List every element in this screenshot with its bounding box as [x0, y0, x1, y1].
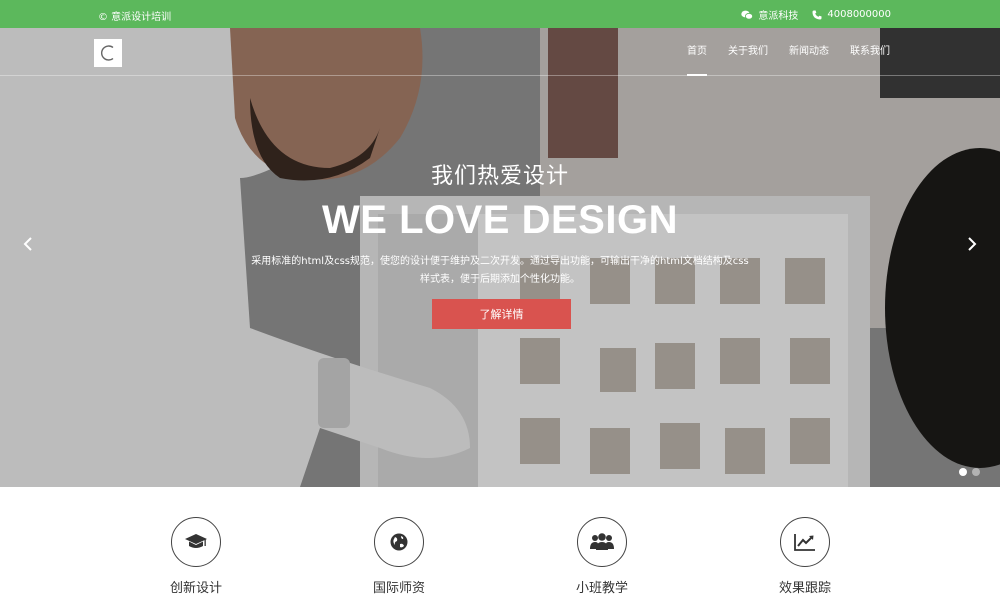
- feature-label: 创新设计: [169, 581, 222, 596]
- feature-icon-circle: [780, 517, 830, 567]
- hero-description: 采用标准的html及css规范，使您的设计便于维护及二次开发。通过导出功能，可输…: [251, 256, 749, 285]
- nav-item-news[interactable]: 新闻动态: [789, 28, 829, 76]
- slider-dot-1[interactable]: [959, 468, 967, 476]
- feature-label: 小班教学: [575, 581, 628, 596]
- feature-international-teachers[interactable]: 国际师资: [339, 517, 459, 596]
- slider-dot-2[interactable]: [972, 468, 980, 476]
- features-section: 创新设计 国际师资 小班教学 效果跟踪: [0, 487, 1000, 612]
- copyright-text: © 意派设计培训: [98, 12, 172, 23]
- slider-next-button[interactable]: [962, 232, 982, 256]
- nav-item-about[interactable]: 关于我们: [728, 28, 768, 76]
- wechat-contact[interactable]: 意派科技: [741, 7, 798, 22]
- hero-title: WE LOVE DESIGN: [322, 198, 678, 242]
- slider-dots: [954, 468, 980, 476]
- graduation-cap-icon: [185, 534, 207, 548]
- top-bar: © 意派设计培训 意派科技 4008000000: [0, 0, 1000, 28]
- globe-icon: [390, 533, 408, 551]
- slider-prev-button[interactable]: [18, 232, 38, 256]
- site-logo[interactable]: [94, 39, 122, 67]
- feature-label: 国际师资: [372, 581, 425, 596]
- feature-innovative-design[interactable]: 创新设计: [136, 517, 256, 596]
- hero-slider: 首页 关于我们 新闻动态 联系我们 我们热爱设计 WE LOVE DESIGN …: [0, 28, 1000, 487]
- phone-number: 4008000000: [827, 9, 891, 20]
- chevron-right-icon: [968, 237, 977, 251]
- line-chart-icon: [794, 534, 815, 551]
- users-icon: [590, 533, 614, 550]
- nav-menu: 首页 关于我们 新闻动态 联系我们: [666, 28, 890, 76]
- main-nav: 首页 关于我们 新闻动态 联系我们: [0, 28, 1000, 76]
- chevron-left-icon: [23, 237, 32, 251]
- nav-item-home[interactable]: 首页: [687, 28, 707, 76]
- wechat-label: 意派科技: [758, 11, 799, 22]
- feature-icon-circle: [171, 517, 221, 567]
- feature-icon-circle: [374, 517, 424, 567]
- nav-item-contact[interactable]: 联系我们: [850, 28, 890, 76]
- feature-label: 效果跟踪: [778, 581, 831, 596]
- phone-icon: [812, 10, 822, 19]
- phone-contact[interactable]: 4008000000: [812, 9, 891, 20]
- hero-subtitle: 我们热爱设计: [430, 164, 569, 189]
- feature-icon-circle: [577, 517, 627, 567]
- top-contact: 意派科技 4008000000: [741, 7, 891, 22]
- feature-small-class[interactable]: 小班教学: [542, 517, 662, 596]
- wechat-icon: [741, 10, 754, 19]
- learn-more-button[interactable]: 了解详情: [432, 299, 571, 329]
- feature-effect-tracking[interactable]: 效果跟踪: [745, 517, 865, 596]
- logo-c-icon: [101, 45, 114, 61]
